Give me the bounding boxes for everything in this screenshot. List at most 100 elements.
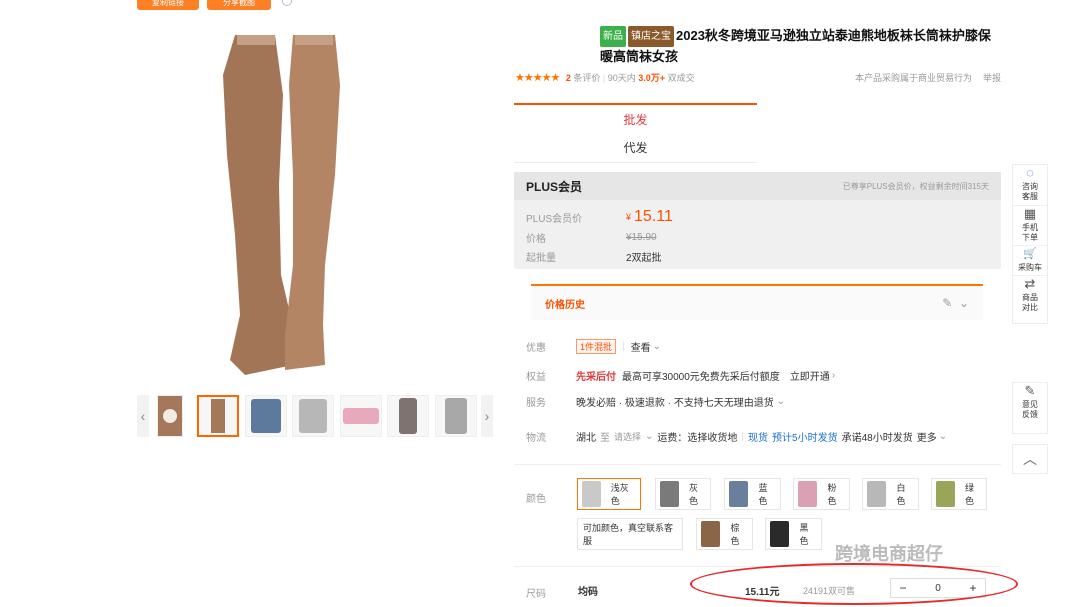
plus-right-note[interactable]: 已尊享PLUS会员价，权益剩余时间315天 — [843, 181, 989, 192]
sidebar-customer-service[interactable]: ◌ 咨询客服 — [1013, 165, 1047, 205]
size-value: 均码 — [578, 587, 598, 598]
qrcode-icon: ▦ — [1023, 206, 1037, 221]
highlight-annotation — [690, 563, 1018, 605]
rights-open-link[interactable]: 立即开通 — [790, 368, 830, 383]
color-label: 颜色 — [526, 494, 546, 505]
sidebar-label: 意见反馈 — [1022, 400, 1038, 419]
thumbnail-pink[interactable] — [340, 395, 382, 437]
floating-sidebar: ◌ 咨询客服 ▦ 手机下单 🛒 采购车 ⇄ 商品对比 — [1012, 164, 1048, 324]
plus-title: PLUS会员 — [526, 179, 583, 194]
color-option-brown[interactable]: 棕色 — [696, 518, 753, 550]
sidebar-compare[interactable]: ⇄ 商品对比 — [1013, 275, 1047, 315]
rights-row: 权益 先采后付 最高可享30000元免费先采后付额度 立即开通 › — [526, 367, 1006, 383]
price-history-bar[interactable]: 价格历史 ✎ ⌄ — [531, 284, 983, 320]
color-option-white[interactable]: 白色 — [862, 478, 919, 510]
thumbnail-lightgrey[interactable] — [435, 395, 477, 437]
sidebar-mobile-order[interactable]: ▦ 手机下单 — [1013, 205, 1047, 245]
help-icon[interactable] — [282, 0, 292, 6]
divider — [514, 464, 1001, 465]
color-option-grey[interactable]: 灰色 — [655, 478, 711, 510]
discount-row: 优惠 1件混批 | 查看 ⌄ — [526, 338, 662, 354]
chat-icon: ◌ — [1026, 165, 1034, 180]
new-badge: 新品 — [600, 26, 626, 47]
swatch-image — [729, 481, 749, 507]
feedback-icon: ✎ — [1024, 383, 1036, 398]
share-screenshot-button[interactable]: 分享截图 — [207, 0, 271, 10]
back-to-top-button[interactable]: ︿ — [1012, 444, 1048, 474]
service-label: 服务 — [526, 397, 546, 409]
thumb-prev-arrow-icon[interactable]: ‹ — [137, 395, 149, 437]
service-text[interactable]: 晚发必赔 · 极速退款 · 不支持七天无理由退货 — [576, 394, 774, 409]
swatch-image — [867, 481, 887, 507]
swatch-image — [770, 521, 790, 547]
discount-view-link[interactable]: 查看 — [631, 339, 651, 354]
price-history-label: 价格历史 — [545, 299, 585, 311]
moq-value: 2双起批 — [626, 253, 662, 264]
color-option-label: 粉色 — [827, 483, 837, 506]
color-option-light-grey[interactable]: 浅灰色 — [577, 478, 641, 510]
video-thumbnail[interactable] — [157, 395, 183, 437]
rights-label: 权益 — [526, 371, 546, 383]
color-option-label: 白色 — [896, 483, 906, 506]
ship-estimate: 预计5小时发货 — [772, 432, 838, 444]
thumbnail-strip: ‹ › — [137, 395, 495, 439]
color-option-black[interactable]: 黑色 — [765, 518, 822, 550]
color-option-label: 棕色 — [730, 523, 740, 546]
origin-city: 湖北 — [576, 432, 596, 444]
chevron-down-icon: ⌄ — [652, 340, 662, 352]
original-price: ¥15.90 — [626, 232, 657, 243]
period-label: 90天内 — [607, 73, 636, 83]
member-price-label: PLUS会员价 — [526, 213, 583, 225]
thumbnail-darkgrey[interactable] — [387, 395, 429, 437]
color-option-green[interactable]: 绿色 — [931, 478, 987, 510]
ship-promise: 承诺48小时发货 — [841, 432, 913, 444]
price-label: 价格 — [526, 234, 546, 245]
discount-label: 优惠 — [526, 342, 546, 354]
destination-select[interactable]: 请选择 — [614, 430, 641, 443]
sidebar-label: 手机下单 — [1022, 223, 1038, 242]
color-option-label: 黑色 — [799, 523, 809, 546]
plus-member-panel: PLUS会员 已尊享PLUS会员价，权益剩余时间315天 PLUS会员价 ¥ 1… — [514, 172, 1001, 269]
to-label: 至 — [600, 432, 610, 444]
color-option-label: 灰色 — [688, 483, 698, 506]
chevron-down-icon: ⌄ — [776, 395, 786, 407]
logistics-more-link[interactable]: 更多 — [917, 429, 937, 444]
color-option-label: 蓝色 — [758, 483, 768, 506]
color-option-pink[interactable]: 粉色 — [793, 478, 850, 510]
member-price: 15.11 — [634, 208, 673, 225]
stock-label: 现货 — [748, 432, 769, 444]
main-product-image — [175, 35, 390, 380]
discount-badge: 1件混批 — [576, 338, 617, 354]
chevron-down-icon: ⌄ — [938, 430, 948, 442]
thumbnail-brown[interactable] — [197, 395, 239, 437]
moq-label: 起批量 — [526, 253, 556, 264]
thumbnail-grey[interactable] — [292, 395, 334, 437]
sidebar-cart[interactable]: 🛒 采购车 — [1013, 245, 1047, 275]
thumbnail-blue[interactable] — [245, 395, 287, 437]
rights-text: 最高可享30000元免费先采后付额度 — [622, 371, 780, 383]
tab-dropship[interactable]: 代发 — [514, 133, 757, 163]
copy-link-button[interactable]: 复制链接 — [137, 0, 199, 10]
color-option-blue[interactable]: 蓝色 — [724, 478, 781, 510]
business-note: 本产品采购属于商业贸易行为 — [855, 73, 973, 83]
sidebar-label: 商品对比 — [1022, 293, 1038, 312]
sidebar-feedback[interactable]: ✎ 意见反馈 — [1012, 382, 1048, 434]
swatch-image — [701, 521, 721, 547]
swatch-image — [660, 481, 679, 507]
currency-symbol: ¥ — [626, 212, 632, 222]
color-option-label: 浅灰色 — [610, 483, 629, 506]
color-option-custom[interactable]: 可加颜色，真空联系客服 — [577, 518, 683, 550]
report-link[interactable]: 举报 — [983, 71, 1001, 84]
edit-chevron-icon[interactable]: ✎ ⌄ — [942, 296, 969, 310]
review-label: 条评价 — [573, 73, 601, 83]
purchase-mode-tabs: 批发 代发 — [514, 103, 757, 163]
compare-icon: ⇄ — [1024, 276, 1036, 291]
review-count[interactable]: 2 — [566, 73, 571, 83]
sidebar-label: 采购车 — [1018, 263, 1042, 272]
color-option-label: 可加颜色，真空联系客服 — [583, 523, 674, 546]
watermark: 跨境电商超仔 — [835, 544, 943, 564]
thumb-next-arrow-icon[interactable]: › — [481, 395, 493, 437]
star-rating-icon: ★★★★★ — [515, 72, 560, 84]
logistics-row: 物流 湖北 至 请选择 ⌄ 运费：选择收货地 | 现货 预计5小时发货 承诺48小… — [526, 429, 948, 444]
tab-wholesale[interactable]: 批发 — [514, 103, 757, 133]
